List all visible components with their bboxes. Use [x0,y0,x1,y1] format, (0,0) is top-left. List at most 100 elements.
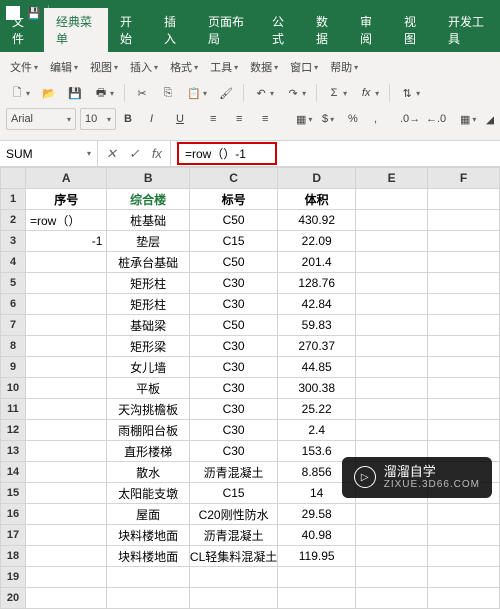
align-left-icon[interactable]: ≡ [206,108,228,130]
cell[interactable] [356,588,428,609]
menu-插入[interactable]: 插入▾ [126,56,162,78]
cell[interactable] [26,315,107,336]
cell[interactable] [428,336,500,357]
cell[interactable]: 直形楼梯 [107,441,190,462]
cell[interactable]: 矩形柱 [107,294,190,315]
bold-icon[interactable]: B [120,108,142,130]
menu-编辑[interactable]: 编辑▾ [46,56,82,78]
cell[interactable] [428,357,500,378]
cell[interactable]: 300.38 [278,378,356,399]
tab-页面布局[interactable]: 页面布局 [196,8,260,52]
row-header[interactable]: 19 [1,567,26,588]
cell[interactable] [428,504,500,525]
cell[interactable]: 综合楼 [107,189,190,210]
cell[interactable] [428,189,500,210]
cell[interactable]: 块料楼地面 [107,525,190,546]
menu-文件[interactable]: 文件▾ [6,56,42,78]
cell[interactable] [356,210,428,231]
borders-icon[interactable]: ▦▾ [456,108,478,130]
cell[interactable]: C30 [189,357,277,378]
cell[interactable] [356,336,428,357]
row-header[interactable]: 20 [1,588,26,609]
cell[interactable] [26,588,107,609]
menu-窗口[interactable]: 窗口▾ [286,56,322,78]
cell[interactable]: C30 [189,336,277,357]
cell[interactable]: 矩形梁 [107,336,190,357]
cell[interactable] [428,315,500,336]
cell[interactable]: C15 [189,231,277,252]
cell[interactable] [356,504,428,525]
cell[interactable]: 垫层 [107,231,190,252]
cell[interactable]: =row（） [26,210,107,231]
cell[interactable] [26,273,107,294]
cell[interactable]: 基础梁 [107,315,190,336]
open-file-icon[interactable]: 📂 [38,82,60,104]
column-header-E[interactable]: E [356,168,428,189]
row-header[interactable]: 5 [1,273,26,294]
cell[interactable] [356,420,428,441]
cell[interactable]: C30 [189,294,277,315]
menu-数据[interactable]: 数据▾ [246,56,282,78]
cell[interactable]: 块料楼地面 [107,546,190,567]
cell[interactable] [428,567,500,588]
name-box[interactable]: SUM ▾ [0,141,98,166]
cell[interactable]: CL轻集料混凝土 [189,546,277,567]
tab-视图[interactable]: 视图 [392,8,436,52]
tab-开发工具[interactable]: 开发工具 [436,8,500,52]
cell[interactable]: C15 [189,483,277,504]
cell[interactable]: 屋面 [107,504,190,525]
cell[interactable] [356,294,428,315]
enter-formula-icon[interactable]: ✓ [129,146,140,162]
cell[interactable] [26,462,107,483]
name-box-dropdown-icon[interactable]: ▾ [87,149,91,158]
cell[interactable] [428,588,500,609]
cell[interactable] [278,567,356,588]
tab-插入[interactable]: 插入 [152,8,196,52]
cell[interactable]: 270.37 [278,336,356,357]
row-header[interactable]: 2 [1,210,26,231]
cell[interactable]: 桩基础 [107,210,190,231]
cell[interactable] [428,546,500,567]
tab-文件[interactable]: 文件 [0,8,44,52]
cell[interactable] [428,378,500,399]
percent-icon[interactable]: % [344,108,366,130]
cell[interactable]: 22.09 [278,231,356,252]
tab-经典菜单[interactable]: 经典菜单 [44,8,108,52]
row-header[interactable]: 1 [1,189,26,210]
cell[interactable]: 平板 [107,378,190,399]
comma-icon[interactable]: , [370,108,392,130]
cell[interactable] [356,273,428,294]
cell[interactable]: 桩承台基础 [107,252,190,273]
cell[interactable] [278,588,356,609]
row-header[interactable]: 3 [1,231,26,252]
cell[interactable] [428,252,500,273]
cell[interactable]: C30 [189,273,277,294]
tab-审阅[interactable]: 审阅 [348,8,392,52]
align-right-icon[interactable]: ≡ [258,108,280,130]
cell[interactable] [356,231,428,252]
cell[interactable] [356,252,428,273]
cell[interactable] [356,525,428,546]
fill-color-icon[interactable]: ◢▾ [482,108,494,130]
underline-icon[interactable]: U [172,108,194,130]
cell[interactable] [107,567,190,588]
undo-button-icon[interactable]: ↶▾ [250,82,278,104]
cell[interactable] [428,294,500,315]
row-header[interactable]: 7 [1,315,26,336]
row-header[interactable]: 17 [1,525,26,546]
row-header[interactable]: 18 [1,546,26,567]
cell[interactable] [26,504,107,525]
cell[interactable]: 2.4 [278,420,356,441]
cell[interactable]: 42.84 [278,294,356,315]
font-family-select[interactable]: Arial▾ [6,108,76,130]
save-file-icon[interactable]: 💾 [64,82,86,104]
autosum-icon[interactable]: Σ▾ [323,82,351,104]
cell[interactable] [26,294,107,315]
font-size-select[interactable]: 10▾ [80,108,116,130]
cell[interactable]: C30 [189,420,277,441]
cell[interactable]: 29.58 [278,504,356,525]
merge-cells-icon[interactable]: ▦▾ [292,108,314,130]
cell[interactable] [356,567,428,588]
cell[interactable] [26,441,107,462]
cell[interactable] [428,420,500,441]
